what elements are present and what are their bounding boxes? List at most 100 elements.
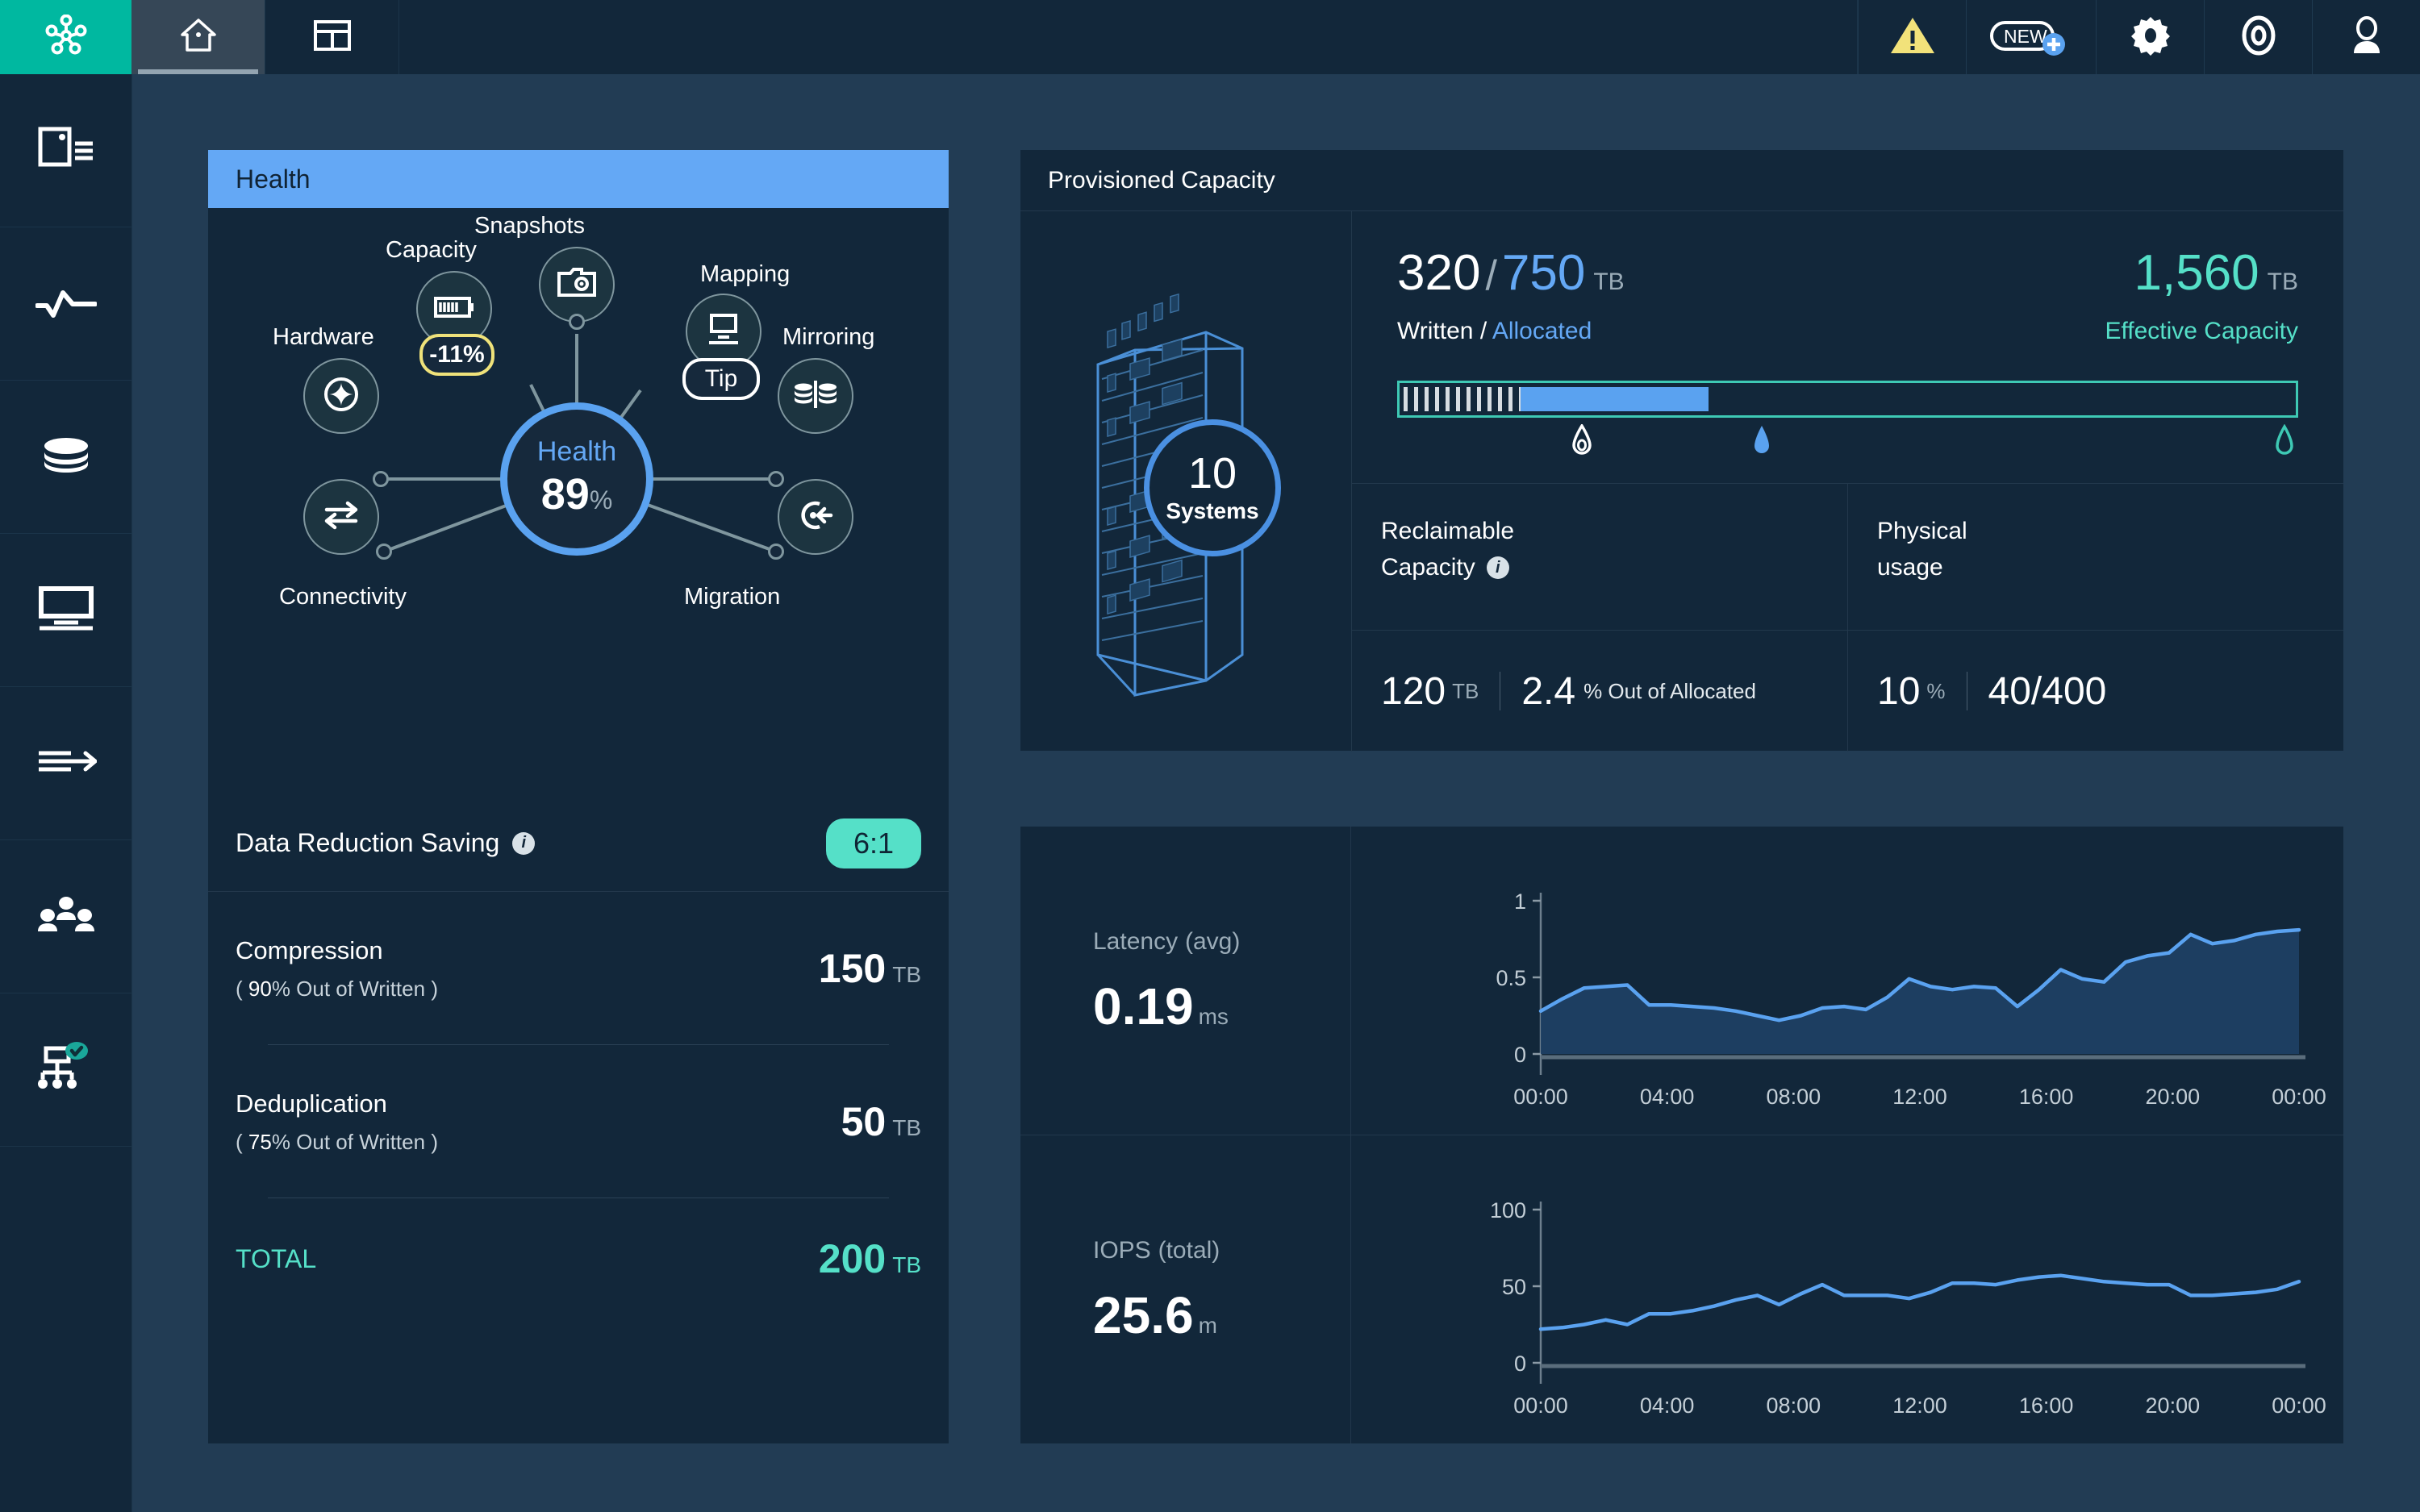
node-badge-capacity[interactable]: -11% — [419, 334, 494, 376]
brand-logo-button[interactable] — [0, 0, 131, 74]
health-panel: Health Snapshots Capacity -11% Mapping T… — [208, 150, 949, 1443]
compression-sub-pct: 90 — [248, 976, 272, 1001]
svg-text:0: 0 — [1514, 1043, 1526, 1067]
node-label-hardware: Hardware — [273, 324, 374, 350]
reclaimable-capacity-cell: Reclaimable Capacity i 120 TB 2.4 % Out of… — [1352, 484, 1847, 752]
latency-summary: Latency (avg) 0.19 ms — [1020, 827, 1351, 1135]
compression-label: Compression — [236, 935, 383, 964]
arrow-lines-icon — [35, 744, 97, 783]
total-label: TOTAL — [236, 1243, 317, 1273]
database-stack-icon — [38, 435, 94, 478]
value-slash: / — [1485, 252, 1497, 299]
sidebar-item-systems[interactable] — [0, 74, 131, 227]
svg-text:50: 50 — [1502, 1275, 1526, 1299]
camera-icon — [557, 267, 596, 303]
svg-text:00:00: 00:00 — [1513, 1393, 1568, 1418]
home-icon — [178, 15, 219, 60]
node-mirroring[interactable] — [778, 358, 853, 434]
deduplication-sub-open: ( — [236, 1129, 243, 1154]
node-label-capacity: Capacity — [386, 237, 477, 263]
svg-text:100: 100 — [1490, 1198, 1526, 1223]
system-list-icon — [37, 124, 95, 177]
deduplication-unit: TB — [892, 1115, 921, 1140]
deduplication-sub-close: ) — [431, 1129, 438, 1154]
health-score-circle[interactable]: Health 89% — [500, 402, 653, 556]
settings-button[interactable] — [2096, 0, 2204, 74]
capacity-summary: 320/750TB Written / Allocated 1,560TB — [1352, 211, 2343, 484]
tab-home[interactable] — [131, 0, 265, 74]
written-value: 320 — [1397, 245, 1481, 301]
latency-chart[interactable]: 1 0.5 0 00:00 04:00 08:00 12:00 16:00 20:00 00:00 — [1351, 827, 2343, 1135]
node-joint-migration — [768, 544, 784, 560]
svg-text:08:00: 08:00 — [1767, 1085, 1821, 1109]
sidebar-item-users[interactable] — [0, 840, 131, 993]
activity-line-icon — [34, 285, 98, 323]
svg-text:16:00: 16:00 — [2019, 1393, 2074, 1418]
health-wheel: Snapshots Capacity -11% Mapping Tip Hard… — [208, 213, 949, 673]
physical-unit: % — [1926, 678, 1946, 703]
performance-panel: Latency (avg) 0.19 ms 1 0.5 0 00:00 04:00 08:0… — [1020, 827, 2343, 1443]
grid-layout-icon — [313, 19, 351, 56]
compression-sub-close: ) — [431, 976, 438, 1001]
new-plus-icon: NEW — [1989, 15, 2073, 60]
node-badge-mapping[interactable]: Tip — [682, 358, 760, 400]
sidebar-item-pools[interactable] — [0, 381, 131, 534]
sidebar-item-migration[interactable] — [0, 687, 131, 840]
tab-dashboard[interactable] — [265, 0, 399, 74]
physical-title-line1: Physical — [1877, 518, 1967, 544]
svg-text:16:00: 16:00 — [2019, 1085, 2074, 1109]
allocated-label: Allocated — [1492, 318, 1592, 344]
node-label-migration: Migration — [684, 584, 781, 610]
latency-title: Latency — [1093, 927, 1179, 955]
capacity-bar-markers — [1397, 423, 2298, 464]
sidebar-item-performance[interactable] — [0, 227, 131, 381]
node-joint-snapshots — [569, 314, 585, 330]
mirror-database-icon — [793, 378, 838, 414]
compression-value: 150 — [818, 946, 887, 991]
iops-chart[interactable]: 100 50 0 00:00 04:00 08:00 12:00 16:00 20:00 00:0… — [1351, 1135, 2343, 1443]
user-button[interactable] — [2312, 0, 2420, 74]
capacity-bar[interactable] — [1397, 381, 2298, 418]
health-panel-title: Health — [208, 150, 949, 208]
node-label-snapshots: Snapshots — [474, 213, 586, 239]
sidebar-item-topology[interactable] — [0, 993, 131, 1147]
health-score-unit: % — [589, 485, 613, 514]
svg-text:00:00: 00:00 — [1513, 1085, 1568, 1109]
support-button[interactable] — [2204, 0, 2312, 74]
user-avatar-icon — [2346, 15, 2388, 60]
alerts-button[interactable] — [1858, 0, 1966, 74]
top-bar-spacer — [399, 0, 1858, 74]
node-connectivity[interactable] — [303, 479, 379, 555]
svg-text:08:00: 08:00 — [1767, 1393, 1821, 1418]
users-group-icon — [37, 894, 95, 939]
total-value: 200 — [818, 1236, 887, 1281]
physical-secondary: 40/400 — [1988, 669, 2107, 713]
capacity-bar-fill — [1520, 387, 1709, 411]
svg-text:20:00: 20:00 — [2146, 1393, 2201, 1418]
reclaimable-secondary: 2.4 — [1521, 669, 1576, 713]
reclaimable-value: 120 — [1381, 669, 1446, 713]
data-reduction-label: Data Reduction Saving — [236, 828, 500, 857]
node-hardware[interactable] — [303, 358, 379, 434]
node-joint-mirroring — [768, 471, 784, 487]
systems-count: 10 — [1187, 449, 1237, 498]
total-row: TOTAL 200 TB — [208, 1198, 949, 1319]
systems-count-badge[interactable]: 10 Systems — [1144, 419, 1281, 556]
info-icon[interactable]: i — [1486, 556, 1509, 579]
drop-solid-icon — [1751, 424, 1772, 456]
reclaimable-secondary-suffix: % Out of Allocated — [1583, 678, 1756, 703]
node-migration[interactable] — [778, 479, 853, 555]
info-icon[interactable]: i — [512, 831, 536, 855]
svg-text:0: 0 — [1514, 1352, 1526, 1376]
provisioned-capacity-panel: Provisioned Capacity 10 Systems 320 /750… — [1020, 150, 2343, 752]
reclaimable-unit: TB — [1452, 678, 1479, 703]
drop-outline-icon — [1571, 423, 1592, 456]
sidebar-item-hosts[interactable] — [0, 534, 131, 687]
provisioned-capacity-title: Provisioned Capacity — [1020, 150, 2343, 211]
node-label-mirroring: Mirroring — [782, 324, 875, 350]
node-snapshots[interactable] — [539, 247, 615, 323]
new-button[interactable]: NEW — [1966, 0, 2096, 74]
swap-arrows-icon — [322, 499, 361, 535]
systems-label: Systems — [1166, 498, 1259, 523]
node-joint-hardware — [373, 471, 389, 487]
